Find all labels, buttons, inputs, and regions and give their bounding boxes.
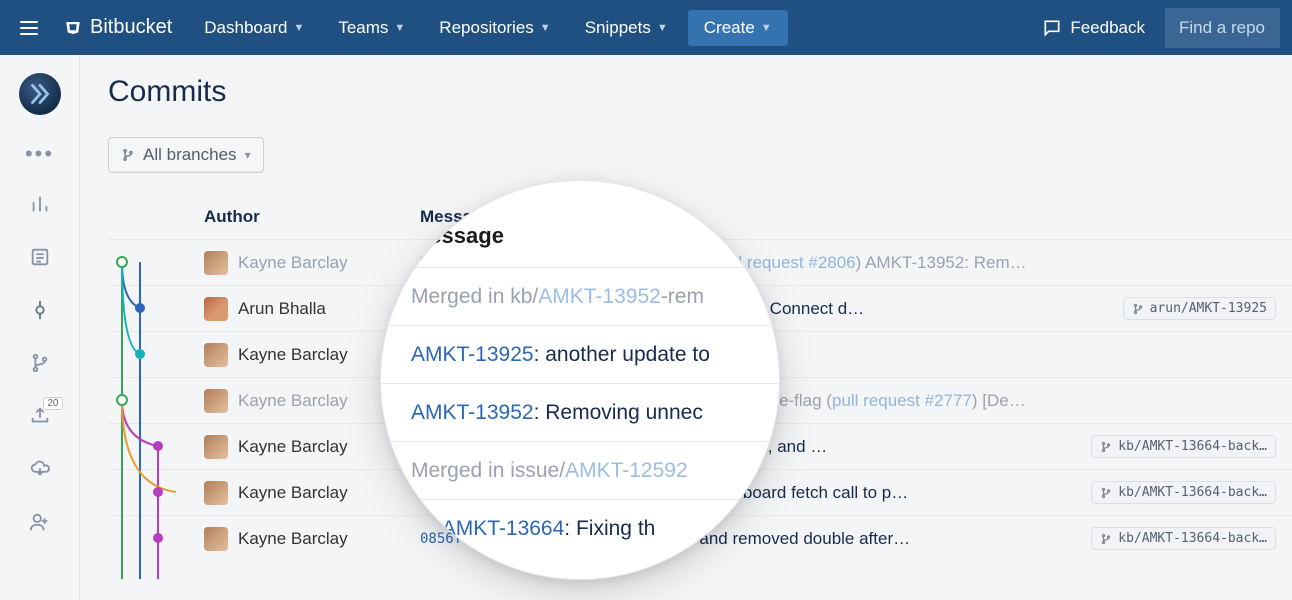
sidebar-branches-icon[interactable] xyxy=(29,352,51,379)
branch-tag[interactable]: arun/AMKT-13925 xyxy=(1123,297,1276,320)
chat-icon xyxy=(1042,18,1062,38)
sidebar-expand[interactable]: ••• xyxy=(25,141,54,167)
sidebar-overview-icon[interactable] xyxy=(29,193,51,220)
mag-row: AMKT-13952: Removing unnec xyxy=(381,383,779,441)
create-button[interactable]: Create▼ xyxy=(688,10,788,46)
avatar xyxy=(204,251,228,275)
avatar xyxy=(204,297,228,321)
page-title: Commits xyxy=(108,75,1292,109)
mag-row: Merged in issue/AMKT-12592 xyxy=(381,441,779,499)
avatar xyxy=(204,527,228,551)
avatar xyxy=(204,343,228,367)
menu-toggle-icon[interactable] xyxy=(12,13,46,43)
chevron-down-icon: ▼ xyxy=(540,22,551,34)
magnifier-lens: Message Merged in kb/AMKT-13952-remAMKT-… xyxy=(380,180,780,580)
branch-icon xyxy=(121,148,135,162)
sidebar-downloads-icon[interactable] xyxy=(29,458,51,485)
bitbucket-icon xyxy=(64,19,82,37)
chevron-down-icon: ▼ xyxy=(657,22,668,34)
search-input[interactable]: Find a repo xyxy=(1165,8,1280,48)
avatar xyxy=(204,435,228,459)
avatar xyxy=(204,389,228,413)
chevron-down-icon: ▼ xyxy=(761,22,772,34)
feedback-link[interactable]: Feedback xyxy=(1028,10,1159,46)
mag-header: Message xyxy=(381,181,779,267)
nav-snippets[interactable]: Snippets▼ xyxy=(571,10,682,46)
chevron-down-icon: ▼ xyxy=(293,22,304,34)
author-name: Kayne Barclay xyxy=(238,483,348,503)
sidebar-source-icon[interactable] xyxy=(29,246,51,273)
brand-logo[interactable]: Bitbucket xyxy=(52,16,184,39)
branch-tag[interactable]: kb/AMKT-13664-back… xyxy=(1091,481,1276,504)
author-name: Kayne Barclay xyxy=(238,391,348,411)
chevron-down-icon: ▼ xyxy=(394,22,405,34)
branch-tag[interactable]: kb/AMKT-13664-back… xyxy=(1091,435,1276,458)
author-name: Kayne Barclay xyxy=(238,529,348,549)
author-name: Kayne Barclay xyxy=(238,345,348,365)
author-name: Kayne Barclay xyxy=(238,253,348,273)
branch-selector[interactable]: All branches ▾ xyxy=(108,137,264,173)
share-badge: 20 xyxy=(43,397,62,410)
topbar: Bitbucket Dashboard▼ Teams▼ Repositories… xyxy=(0,0,1292,55)
mag-row: 619AMKT-13664: Fixing th xyxy=(381,499,779,557)
avatar xyxy=(204,481,228,505)
brand-text: Bitbucket xyxy=(90,16,172,39)
chevron-down-icon: ▾ xyxy=(245,148,251,162)
sidebar-commits-icon[interactable] xyxy=(29,299,51,326)
author-name: Kayne Barclay xyxy=(238,437,348,457)
nav-teams[interactable]: Teams▼ xyxy=(324,10,419,46)
sidebar-share-icon[interactable]: 20 xyxy=(29,405,51,432)
repo-logo[interactable] xyxy=(19,73,61,115)
sidebar-settings-icon[interactable] xyxy=(29,511,51,538)
branch-tag[interactable]: kb/AMKT-13664-back… xyxy=(1091,527,1276,550)
mag-row: AMKT-13925: another update to xyxy=(381,325,779,383)
author-name: Arun Bhalla xyxy=(238,299,326,319)
nav-dashboard[interactable]: Dashboard▼ xyxy=(190,10,318,46)
mag-row: Merged in kb/AMKT-13952-rem xyxy=(381,267,779,325)
sidebar: ••• 20 xyxy=(0,55,80,600)
nav-repositories[interactable]: Repositories▼ xyxy=(425,10,564,46)
